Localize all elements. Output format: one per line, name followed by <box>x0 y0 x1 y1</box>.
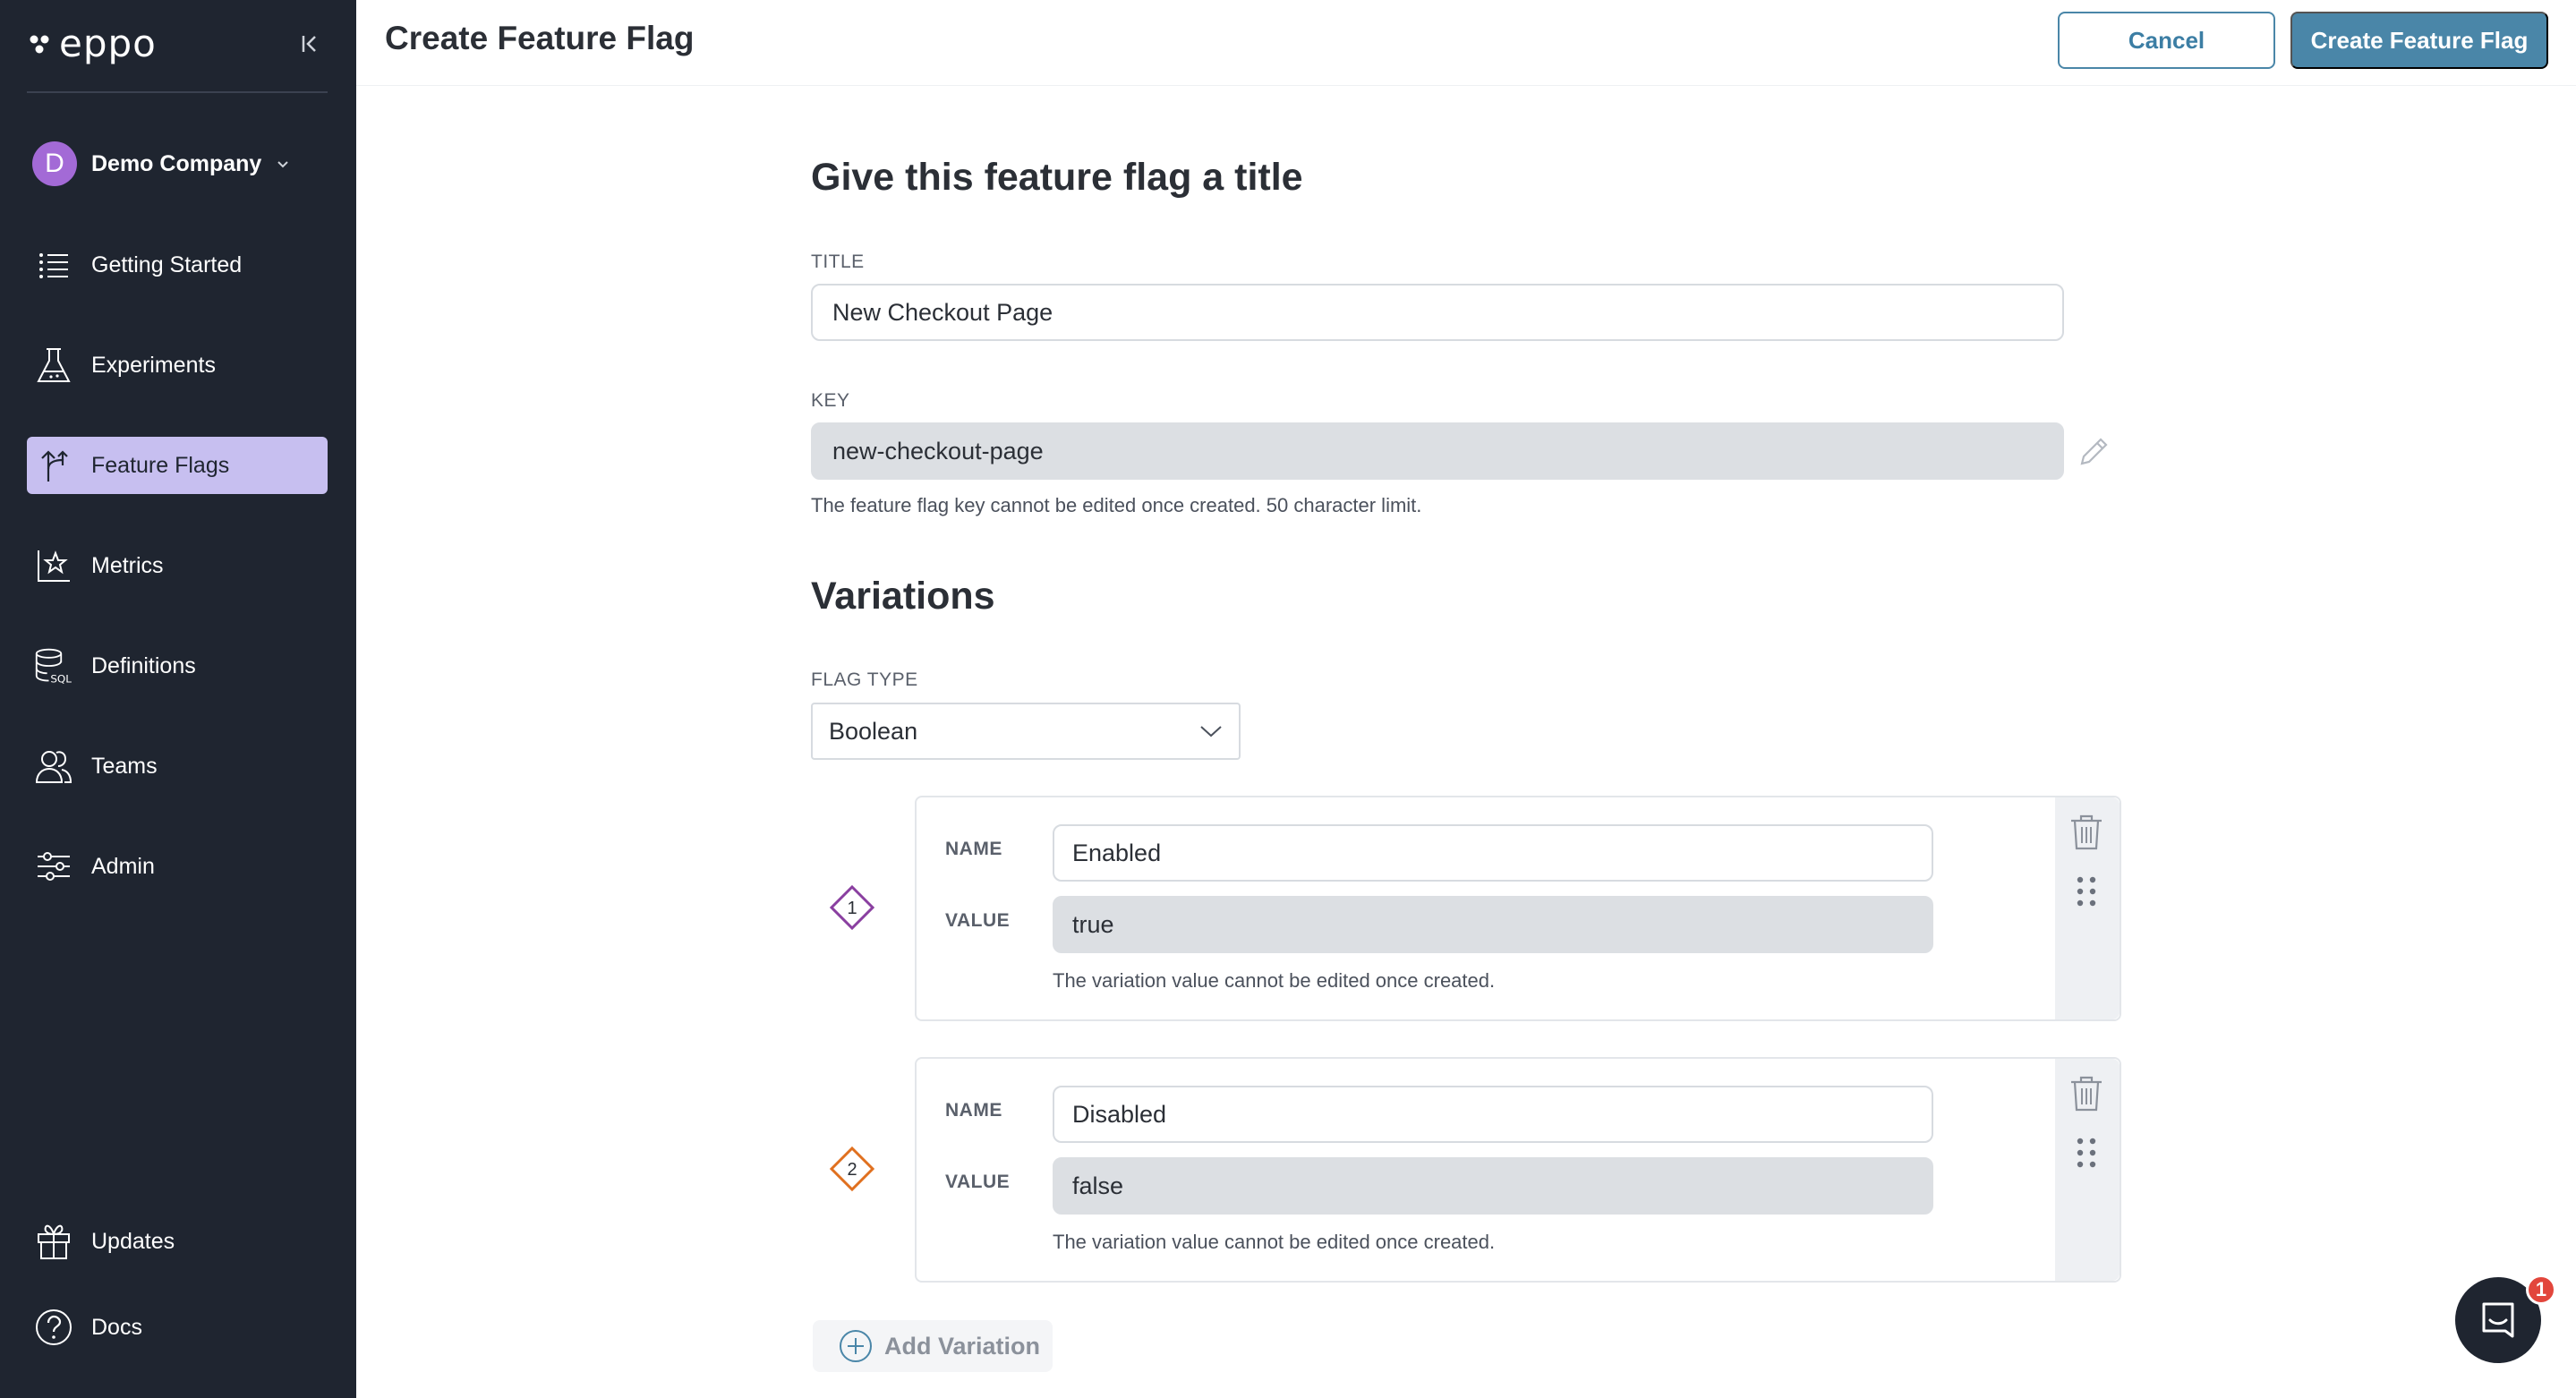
sidebar-item-metrics[interactable]: Metrics <box>27 537 328 594</box>
sidebar: eppo D Demo Company Getting Started Expe… <box>0 0 356 1398</box>
variation-value-input: false <box>1053 1157 1933 1215</box>
key-input: new-checkout-page <box>811 422 2064 480</box>
title-section-heading: Give this feature flag a title <box>811 156 1303 199</box>
gift-icon <box>34 1222 73 1261</box>
collapse-sidebar-button[interactable] <box>295 29 326 59</box>
variation-value-label: VALUE <box>945 910 1011 931</box>
eppo-logo[interactable]: eppo <box>27 21 157 65</box>
sliders-icon <box>34 847 73 886</box>
variation-name-label: NAME <box>945 1100 1002 1121</box>
edit-pencil-icon[interactable] <box>2075 433 2112 471</box>
sidebar-item-docs[interactable]: Docs <box>27 1299 328 1356</box>
flag-branch-icon <box>34 446 73 485</box>
flag-type-label: FLAG TYPE <box>811 669 918 690</box>
variation-name-input[interactable]: Enabled <box>1053 824 1933 882</box>
cancel-button[interactable]: Cancel <box>2058 12 2275 69</box>
avatar: D <box>32 141 77 186</box>
flag-type-select[interactable]: Boolean <box>811 703 1241 760</box>
logo-mark-icon <box>30 35 49 54</box>
variation-index: 1 <box>847 899 857 918</box>
database-sql-icon: SQL <box>34 646 73 686</box>
variation-1-diamond-icon: 1 <box>829 884 875 931</box>
sidebar-divider <box>27 91 328 93</box>
company-switcher[interactable]: D Demo Company <box>32 141 290 186</box>
sidebar-item-label: Updates <box>91 1228 175 1254</box>
variation-card: NAME Disabled VALUE false The variation … <box>915 1057 2121 1283</box>
trash-icon[interactable] <box>2069 814 2103 851</box>
sidebar-item-definitions[interactable]: SQL Definitions <box>27 637 328 695</box>
collapse-left-icon <box>302 36 316 52</box>
add-variation-label: Add Variation <box>884 1332 1041 1360</box>
chevron-down-icon <box>1200 726 1222 737</box>
chart-star-icon <box>34 546 73 585</box>
flag-type-value: Boolean <box>829 717 918 745</box>
chat-icon <box>2482 1302 2514 1338</box>
sidebar-item-admin[interactable]: Admin <box>27 838 328 895</box>
sidebar-item-label: Metrics <box>91 552 164 578</box>
sidebar-item-feature-flags[interactable]: Feature Flags <box>27 437 328 494</box>
sidebar-item-label: Feature Flags <box>91 452 230 478</box>
sidebar-item-label: Experiments <box>91 352 216 378</box>
sidebar-item-label: Getting Started <box>91 251 243 277</box>
sidebar-item-label: Admin <box>91 853 155 879</box>
sidebar-item-experiments[interactable]: Experiments <box>27 337 328 394</box>
trash-icon[interactable] <box>2069 1075 2103 1112</box>
title-field-label: TITLE <box>811 251 865 272</box>
drag-handle-icon[interactable] <box>2071 874 2102 908</box>
list-icon <box>34 245 73 285</box>
sidebar-item-updates[interactable]: Updates <box>27 1213 328 1270</box>
variations-heading: Variations <box>811 575 995 618</box>
title-input[interactable]: New Checkout Page <box>811 284 2064 341</box>
variation-value-help: The variation value cannot be edited onc… <box>1053 1231 1496 1253</box>
drag-handle-icon[interactable] <box>2071 1136 2102 1170</box>
variation-value-help: The variation value cannot be edited onc… <box>1053 969 1496 992</box>
variation-card: NAME Enabled VALUE true The variation va… <box>915 796 2121 1021</box>
page-title: Create Feature Flag <box>385 20 695 56</box>
notification-badge: 1 <box>2526 1274 2556 1305</box>
logo-text: eppo <box>59 21 157 65</box>
variation-value-input: true <box>1053 896 1933 953</box>
sidebar-item-label: Teams <box>91 753 158 779</box>
sidebar-item-label: Definitions <box>91 652 196 678</box>
variation-name-label: NAME <box>945 839 1002 859</box>
sidebar-item-getting-started[interactable]: Getting Started <box>27 236 328 294</box>
variation-value-label: VALUE <box>945 1172 1011 1192</box>
flask-icon <box>34 345 73 385</box>
help-circle-icon <box>34 1308 73 1347</box>
plus-circle-icon <box>840 1330 872 1362</box>
key-field-label: KEY <box>811 390 850 411</box>
people-icon <box>34 746 73 786</box>
variation-index: 2 <box>847 1160 857 1180</box>
svg-text:SQL: SQL <box>50 672 72 685</box>
company-name: Demo Company <box>91 150 262 176</box>
chevron-down-icon <box>277 161 289 168</box>
variation-2-diamond-icon: 2 <box>829 1146 875 1192</box>
add-variation-button[interactable]: Add Variation <box>813 1320 1053 1372</box>
sidebar-item-teams[interactable]: Teams <box>27 737 328 795</box>
key-help-text: The feature flag key cannot be edited on… <box>811 494 1422 516</box>
create-feature-flag-button[interactable]: Create Feature Flag <box>2290 12 2548 69</box>
variation-name-input[interactable]: Disabled <box>1053 1086 1933 1143</box>
page-header: Create Feature Flag Cancel Create Featur… <box>356 0 2576 86</box>
sidebar-item-label: Docs <box>91 1314 142 1340</box>
